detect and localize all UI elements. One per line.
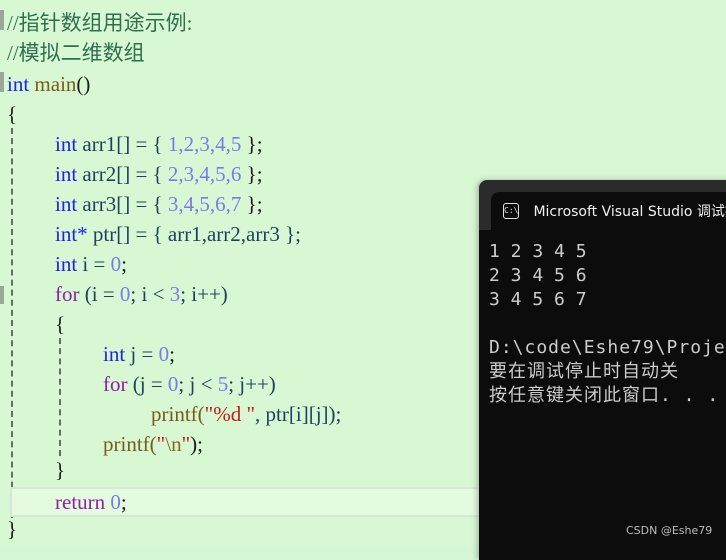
output-line: 3 4 5 6 7 [489, 289, 587, 310]
punctuation: ; [121, 252, 127, 276]
function-name: printf [151, 402, 198, 426]
code-line-main: int main() [7, 69, 90, 99]
keyword: int* [55, 222, 88, 246]
keyword: int [55, 192, 78, 216]
punctuation: ); [190, 432, 203, 456]
collapse-marker[interactable] [0, 286, 4, 304]
collapse-marker[interactable] [0, 72, 4, 92]
code-line-i: int i = 0; [55, 249, 127, 279]
keyword: int [103, 342, 126, 366]
number: 5 [217, 372, 229, 396]
punctuation: }; [241, 162, 263, 186]
code-line-inner-close: } [55, 458, 66, 482]
exe-path-line: D:\code\Eshe79\Proje [489, 337, 726, 358]
punctuation: ( [197, 402, 205, 426]
punctuation: () [76, 72, 91, 96]
output-line: 1 2 3 4 5 [489, 241, 587, 262]
keyword: return [55, 490, 106, 514]
string-literal: "%d " [204, 402, 256, 426]
escape-sequence: \n [165, 432, 182, 456]
declaration: i = [77, 252, 111, 276]
expression: ; j++) [228, 372, 276, 396]
press-any-key-message: 按任意键关闭此窗口. . . [489, 385, 720, 406]
string-quote: " [156, 432, 166, 456]
punctuation: ( [149, 432, 157, 456]
keyword: int [7, 72, 30, 96]
number: 0 [110, 252, 122, 276]
keyword: int [55, 132, 78, 156]
output-line: 2 3 4 5 6 [489, 265, 587, 286]
console-output[interactable]: 1 2 3 4 5 2 3 4 5 6 3 4 5 6 7 D:\code\Es… [479, 230, 726, 560]
number-list: 3,4,5,6,7 [167, 192, 242, 216]
declaration: ptr[] = { arr1,arr2,arr3 }; [87, 222, 301, 246]
function-name: main [34, 72, 77, 96]
code-line-for-i: for (i = 0; i < 3; i++) [55, 279, 228, 309]
console-icon: C:\ [503, 203, 520, 219]
declaration: arr3[] = { [77, 192, 168, 216]
code-line-printf-2: printf("\n"); [103, 429, 203, 459]
watermark: CSDN @Eshe79 [626, 524, 713, 537]
console-tab[interactable]: C:\ Microsoft Visual Studio 调试控制台 [491, 192, 726, 230]
keyword: for [55, 282, 80, 306]
keyword: int [55, 252, 78, 276]
code-line-close-brace: } [7, 517, 18, 541]
keyword: int [55, 162, 78, 186]
expression: ; i < [130, 282, 170, 306]
expression: ; i++) [180, 282, 228, 306]
number: 0 [119, 282, 131, 306]
code-line-inner-open: { [55, 312, 66, 336]
declaration: j = [125, 342, 159, 366]
indent-guide [11, 128, 13, 518]
string-quote: " [181, 432, 191, 456]
punctuation: }; [241, 132, 263, 156]
expression: (i = [79, 282, 120, 306]
number-list: 2,3,4,5,6 [167, 162, 242, 186]
auto-close-message: 要在调试停止时自动关 [489, 361, 679, 382]
code-line-for-j: for (j = 0; j < 5; j++) [103, 369, 276, 399]
debug-console-window[interactable]: C:\ Microsoft Visual Studio 调试控制台 1 2 3 … [479, 180, 726, 560]
code-line-arr3: int arr3[] = { 3,4,5,6,7 }; [55, 189, 263, 219]
code-line-printf-1: printf("%d ", ptr[i][j]); [151, 399, 341, 429]
code-line-return: return 0; [55, 487, 127, 517]
console-title: Microsoft Visual Studio 调试控制台 [533, 204, 726, 220]
indent-guide [59, 338, 61, 456]
code-line-ptr: int* ptr[] = { arr1,arr2,arr3 }; [55, 219, 301, 249]
punctuation: }; [241, 192, 263, 216]
comment-line: //指针数组用途示例: [7, 11, 193, 35]
number: 0 [110, 490, 121, 514]
declaration: arr1[] = { [77, 132, 168, 156]
keyword: for [103, 372, 128, 396]
collapse-marker[interactable] [0, 10, 4, 30]
code-line-j: int j = 0; [103, 339, 175, 369]
number: 3 [169, 282, 181, 306]
comment-line: //模拟二维数组 [7, 41, 145, 65]
punctuation: ; [169, 342, 175, 366]
code-line-arr1: int arr1[] = { 1,2,3,4,5 }; [55, 129, 263, 159]
expression: (j = [127, 372, 168, 396]
number: 0 [167, 372, 179, 396]
code-line-arr2: int arr2[] = { 2,3,4,5,6 }; [55, 159, 263, 189]
function-name: printf [103, 432, 150, 456]
expression: , ptr[i][j]); [255, 402, 342, 426]
declaration: arr2[] = { [77, 162, 168, 186]
number-list: 1,2,3,4,5 [167, 132, 242, 156]
number: 0 [158, 342, 170, 366]
punctuation: ; [120, 490, 127, 514]
code-line-open-brace: { [7, 102, 18, 126]
expression: ; j < [178, 372, 218, 396]
